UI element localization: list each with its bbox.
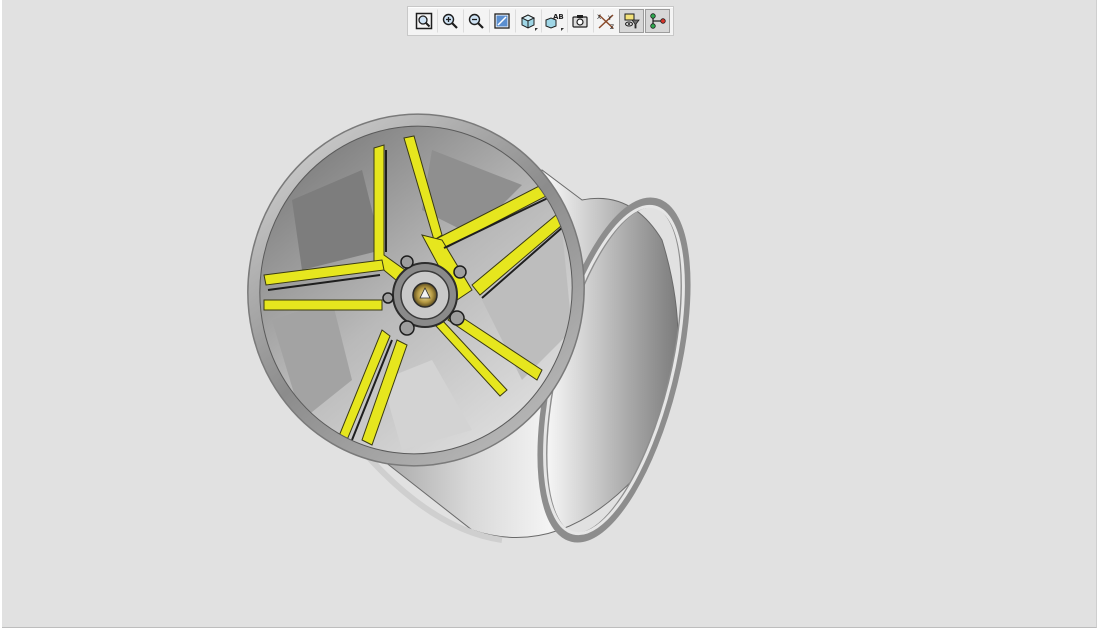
lug-nut-icon bbox=[453, 265, 467, 279]
lug-nut-icon bbox=[400, 255, 414, 269]
lug-nut-icon bbox=[449, 310, 465, 326]
wheel-rim-3d-model[interactable] bbox=[2, 0, 1096, 627]
3d-viewport[interactable]: AB X Y Z bbox=[2, 0, 1097, 628]
lug-nut-icon bbox=[399, 320, 415, 336]
lug-nut-icon bbox=[382, 292, 394, 304]
